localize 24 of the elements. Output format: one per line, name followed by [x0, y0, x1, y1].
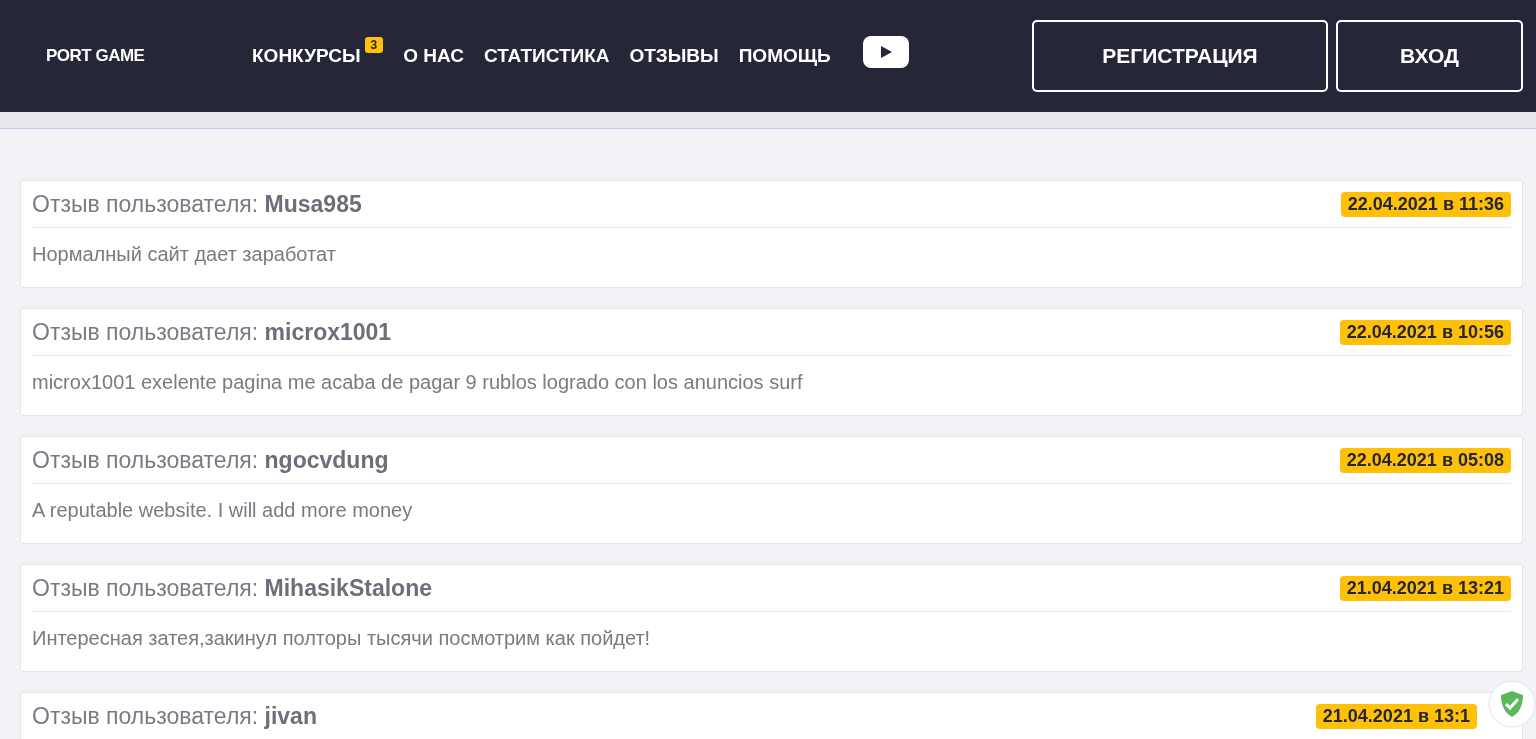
nav-link[interactable]: КОНКУРСЫ	[252, 45, 361, 67]
nav-link[interactable]: СТАТИСТИКА	[483, 45, 610, 67]
date-badge: 22.04.2021 в 11:36	[1340, 191, 1511, 217]
header-button[interactable]: ВХОД	[1336, 20, 1523, 92]
date-badge: 22.04.2021 в 05:08	[1339, 447, 1511, 473]
date-badge: 21.04.2021 в 13:1	[1315, 703, 1477, 729]
nav-link[interactable]: ПОМОЩЬ	[738, 45, 831, 67]
nav-link[interactable]: ОТЗЫВЫ	[629, 45, 719, 67]
header-button[interactable]: РЕГИСТРАЦИЯ	[1032, 20, 1328, 92]
date-badge: 21.04.2021 в 13:21	[1339, 575, 1511, 601]
review-text: Интересная затея,закинул полторы тысячи посмотрим как пойдет!	[32, 626, 652, 650]
review-title: Отзыв пользователя: Musa985	[32, 190, 362, 218]
review-title: Отзыв пользователя: microx1001	[32, 318, 392, 346]
date-badge: 22.04.2021 в 10:56	[1339, 319, 1511, 345]
review-text: microx1001 exelente pagina me acaba de pagar 9 rublos logrado con los anuncios surf	[32, 370, 804, 394]
nav-link[interactable]: О НАС	[403, 45, 464, 67]
play-icon[interactable]	[862, 36, 909, 68]
review-title: Отзыв пользователя: ngocvdung	[32, 446, 389, 474]
review-text: A reputable website. I will add more money	[32, 498, 414, 522]
review-text: Нормалный сайт дает заработат	[32, 242, 337, 266]
review-title: Отзыв пользователя: jivan	[32, 702, 317, 730]
review-title: Отзыв пользователя: MihasikStalone	[32, 574, 432, 602]
count-badge: 3	[364, 37, 384, 53]
logo[interactable]: PORT GAME	[46, 46, 252, 66]
